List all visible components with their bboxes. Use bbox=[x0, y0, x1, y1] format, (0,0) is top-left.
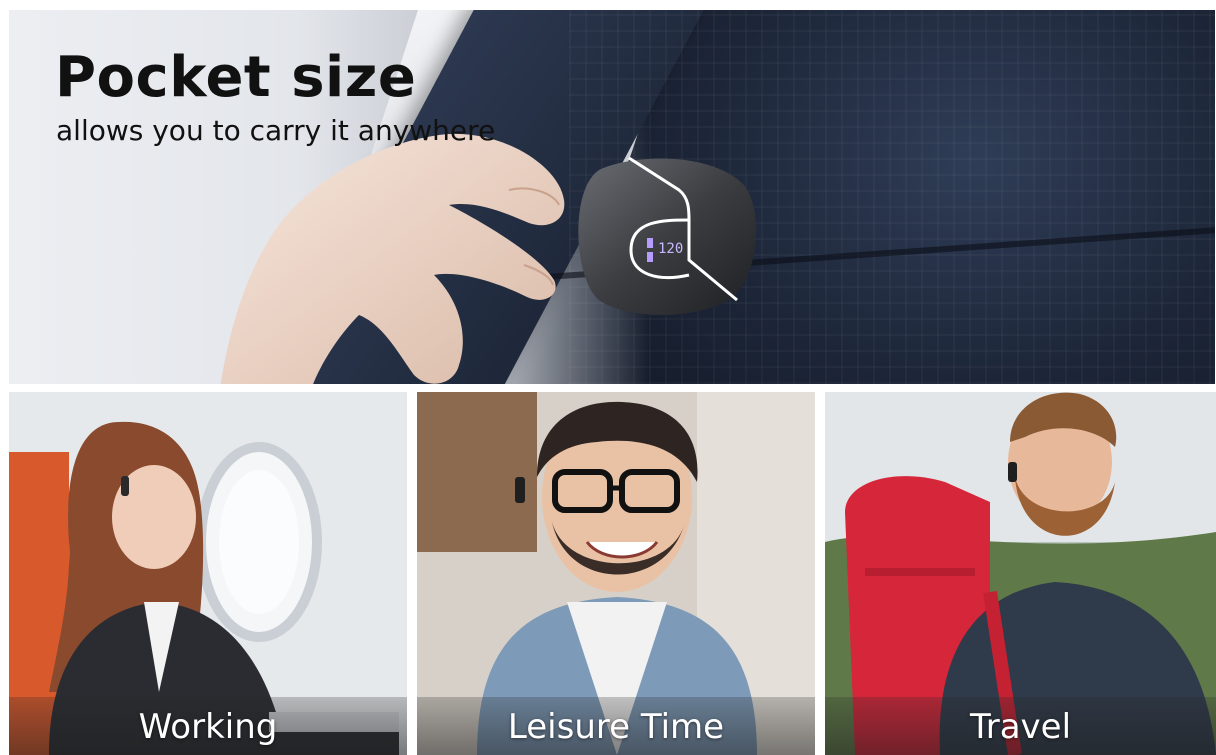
hero-subtitle: allows you to carry it anywhere bbox=[56, 114, 496, 147]
panel-leisure-time: Leisure Time bbox=[417, 392, 815, 755]
hero-title: Pocket size bbox=[55, 45, 417, 110]
panel-working: Working bbox=[9, 392, 407, 755]
earbuds-charging-case: 120 bbox=[578, 156, 756, 316]
case-battery-display: 120 bbox=[658, 241, 683, 257]
panel-label-working: Working bbox=[138, 707, 278, 747]
panel-label-travel: Travel bbox=[969, 707, 1072, 747]
hero-banner: 120 Pocket size allows you to carry it a… bbox=[9, 10, 1215, 384]
panel-travel: Travel bbox=[825, 392, 1216, 755]
panel-label-leisure-time: Leisure Time bbox=[507, 707, 725, 747]
